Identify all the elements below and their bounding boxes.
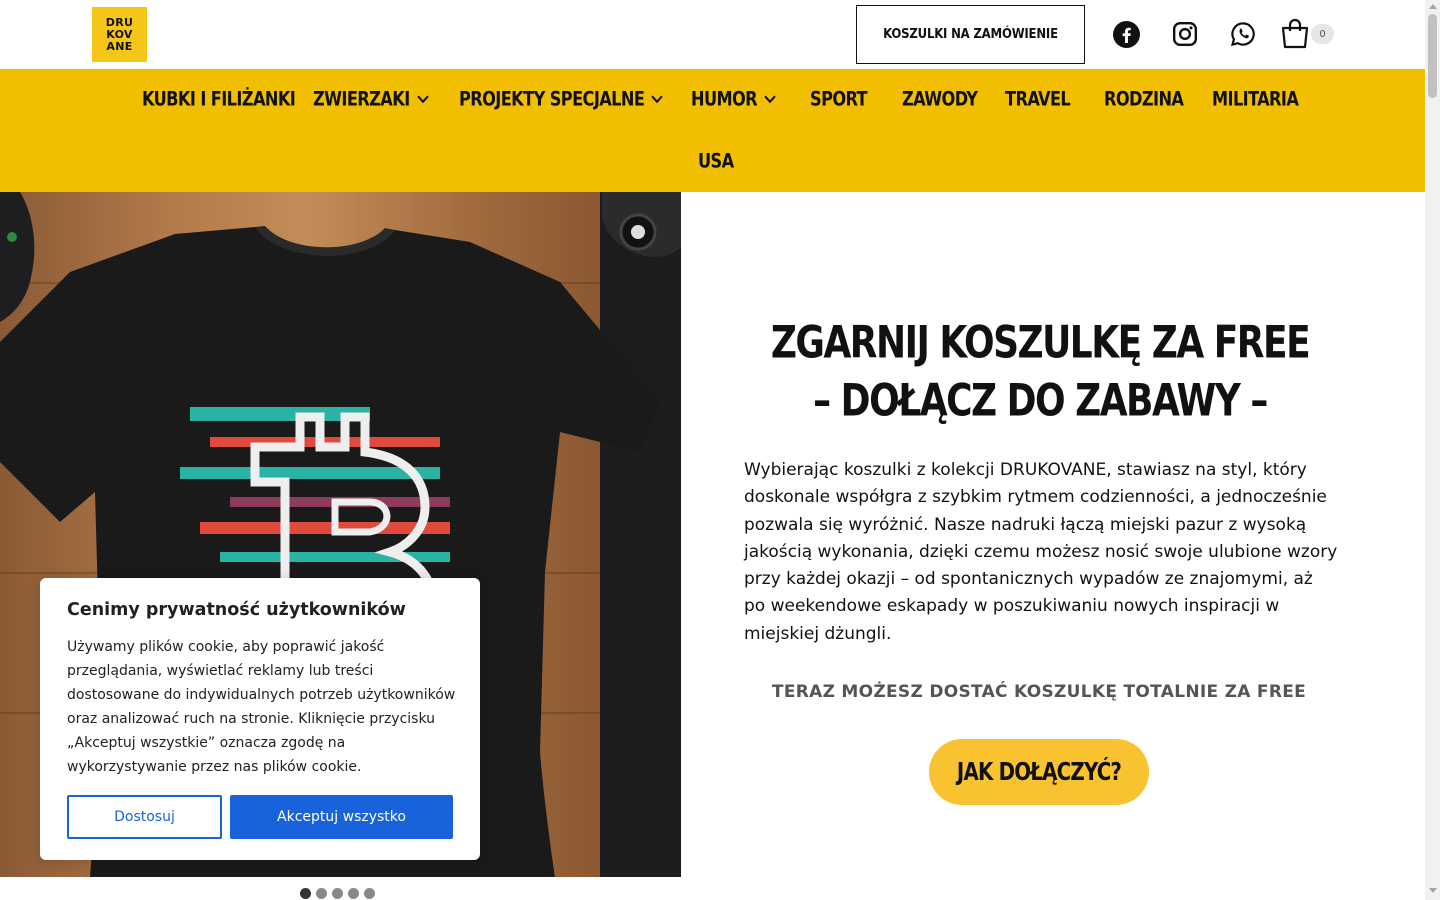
nav-item-usa[interactable]: USA bbox=[698, 128, 734, 194]
nav-label: HUMOR bbox=[691, 87, 758, 111]
nav-item-humor[interactable]: HUMOR bbox=[691, 66, 776, 132]
slider-dot[interactable] bbox=[348, 888, 359, 899]
nav-label: SPORT bbox=[810, 87, 868, 111]
nav-label: MILITARIA bbox=[1212, 87, 1299, 111]
chevron-down-icon bbox=[416, 95, 429, 104]
logo-line-3: ANE bbox=[106, 39, 133, 53]
logo-line-1: DRU bbox=[105, 15, 134, 29]
nav-label: TRAVEL bbox=[1005, 87, 1071, 111]
slider-dot[interactable] bbox=[316, 888, 327, 899]
whatsapp-icon[interactable] bbox=[1228, 19, 1258, 49]
nav-label: ZWIERZAKI bbox=[313, 87, 410, 111]
logo-line-2: KOV bbox=[106, 27, 133, 41]
nav-label: KUBKI I FILIŻANKI bbox=[142, 87, 296, 111]
scroll-up-icon[interactable] bbox=[1429, 4, 1437, 9]
hero-title-line-2: – DOŁĄCZ DO ZABAWY – bbox=[813, 375, 1268, 427]
nav-item-rodzina[interactable]: RODZINA bbox=[1104, 66, 1184, 132]
page-scrollbar[interactable] bbox=[1425, 0, 1440, 900]
chevron-down-icon bbox=[764, 95, 776, 104]
nav-label: USA bbox=[698, 149, 734, 173]
nav-item-zawody[interactable]: ZAWODY bbox=[902, 66, 978, 132]
cart-button[interactable]: 0 bbox=[1280, 18, 1340, 52]
facebook-icon[interactable] bbox=[1111, 19, 1141, 49]
hero-description: Wybierając koszulki z kolekcji DRUKOVANE… bbox=[744, 460, 1338, 644]
nav-label: RODZINA bbox=[1104, 87, 1184, 111]
scroll-thumb[interactable] bbox=[1428, 14, 1437, 98]
nav-item-kubki[interactable]: KUBKI I FILIŻANKI bbox=[142, 66, 296, 132]
cookie-title: Cenimy prywatność użytkowników bbox=[67, 600, 406, 620]
customize-button[interactable]: Dostosuj bbox=[67, 795, 222, 839]
nav-item-sport[interactable]: SPORT bbox=[810, 66, 868, 132]
slider-dot[interactable] bbox=[332, 888, 343, 899]
main-navigation: KUBKI I FILIŻANKI ZWIERZAKI PROJEKTY SPE… bbox=[0, 69, 1425, 192]
custom-tshirts-button[interactable]: KOSZULKI NA ZAMÓWIENIE bbox=[856, 5, 1085, 64]
nav-item-travel[interactable]: TRAVEL bbox=[1005, 66, 1071, 132]
nav-label: ZAWODY bbox=[902, 87, 978, 111]
nav-item-projekty-specjalne[interactable]: PROJEKTY SPECJALNE bbox=[459, 66, 664, 132]
nav-label: PROJEKTY SPECJALNE bbox=[459, 87, 645, 111]
cart-count-badge: 0 bbox=[1311, 24, 1334, 44]
cookie-consent-banner: Cenimy prywatność użytkowników Używamy p… bbox=[40, 578, 480, 860]
hero-subheading: TERAZ MOŻESZ DOSTAĆ KOSZULKĘ TOTALNIE ZA… bbox=[771, 682, 1307, 702]
accept-all-button[interactable]: Akceptuj wszystko bbox=[230, 795, 453, 839]
nav-item-zwierzaki[interactable]: ZWIERZAKI bbox=[313, 66, 429, 132]
site-logo[interactable]: DRU KOV ANE bbox=[92, 7, 147, 62]
slider-dots bbox=[300, 888, 375, 899]
hero-title-line-1: ZGARNIJ KOSZULKĘ ZA FREE bbox=[770, 317, 1311, 369]
nav-item-militaria[interactable]: MILITARIA bbox=[1212, 66, 1299, 132]
cart-icon bbox=[1281, 18, 1309, 49]
chevron-down-icon bbox=[651, 95, 664, 104]
slider-dot[interactable] bbox=[364, 888, 375, 899]
instagram-icon[interactable] bbox=[1170, 19, 1200, 49]
slider-dot[interactable] bbox=[300, 888, 311, 899]
scroll-down-icon[interactable] bbox=[1429, 888, 1437, 893]
site-header: DRU KOV ANE KOSZULKI NA ZAMÓWIENIE 0 bbox=[0, 0, 1425, 69]
cookie-text: Używamy plików cookie, aby poprawić jako… bbox=[67, 639, 456, 775]
how-to-join-button[interactable]: JAK DOŁĄCZYĆ? bbox=[929, 739, 1149, 805]
cta-label: JAK DOŁĄCZYĆ? bbox=[956, 758, 1122, 786]
